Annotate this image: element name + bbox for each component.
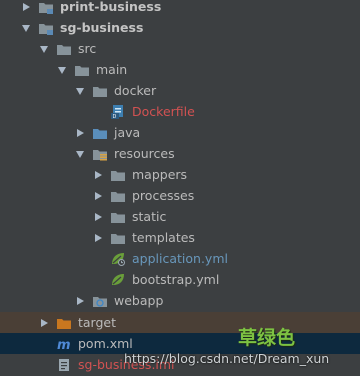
chevron-down-icon[interactable]	[20, 22, 32, 34]
tree-item-application-yml[interactable]: application.yml	[0, 248, 360, 269]
tree-item-mappers[interactable]: mappers	[0, 164, 360, 185]
tree-item-label: webapp	[114, 293, 164, 308]
svg-text:D: D	[113, 114, 117, 119]
tree-item-static[interactable]: static	[0, 206, 360, 227]
tree-item-label: resources	[114, 146, 175, 161]
tree-item-target[interactable]: target	[0, 312, 360, 333]
chevron-down-icon[interactable]	[56, 64, 68, 76]
folder-icon	[110, 210, 126, 224]
tree-item-label: application.yml	[132, 251, 228, 266]
tree-item-label: Dockerfile	[132, 104, 195, 119]
chevron-down-icon[interactable]	[38, 43, 50, 55]
project-tree: print-business sg-business src main dock…	[0, 0, 360, 376]
chevron-down-icon[interactable]	[74, 148, 86, 160]
chevron-right-icon[interactable]	[92, 169, 104, 181]
chevron-right-icon[interactable]	[92, 211, 104, 223]
stamp-text: 草绿色	[238, 327, 296, 349]
source-root-icon	[92, 126, 108, 140]
iml-file-icon	[56, 358, 72, 372]
tree-item-label: bootstrap.yml	[132, 272, 220, 287]
tree-item-print-business[interactable]: print-business	[0, 0, 360, 17]
tree-item-label: sg-business	[60, 20, 144, 35]
tree-item-src[interactable]: src	[0, 38, 360, 59]
tree-item-bootstrap-yml[interactable]: bootstrap.yml	[0, 269, 360, 290]
chevron-right-icon[interactable]	[38, 317, 50, 329]
watermark-text: https://blog.csdn.net/Dream_xun	[124, 351, 330, 366]
tree-item-processes[interactable]: processes	[0, 185, 360, 206]
tree-item-main[interactable]: main	[0, 59, 360, 80]
tree-item-label: templates	[132, 230, 195, 245]
tree-item-label: src	[78, 41, 97, 56]
tree-item-label: processes	[132, 188, 195, 203]
spring-leaf-icon	[110, 273, 126, 287]
folder-icon	[56, 42, 72, 56]
resources-root-icon	[92, 147, 108, 161]
tree-item-label: print-business	[60, 0, 162, 14]
svg-text:m: m	[57, 338, 71, 351]
tree-item-label: docker	[114, 83, 157, 98]
tree-item-templates[interactable]: templates	[0, 227, 360, 248]
tree-item-label: mappers	[132, 167, 188, 182]
chevron-right-icon[interactable]	[74, 295, 86, 307]
tree-item-docker[interactable]: docker	[0, 80, 360, 101]
chevron-right-icon[interactable]	[92, 190, 104, 202]
module-folder-icon	[38, 21, 54, 35]
spring-leaf-icon	[110, 252, 126, 266]
tree-item-sg-business[interactable]: sg-business	[0, 17, 360, 38]
tree-item-java[interactable]: java	[0, 122, 360, 143]
tree-item-resources[interactable]: resources	[0, 143, 360, 164]
chevron-right-icon[interactable]	[20, 1, 32, 13]
folder-icon	[74, 63, 90, 77]
chevron-right-icon[interactable]	[92, 232, 104, 244]
tree-item-webapp[interactable]: webapp	[0, 290, 360, 311]
folder-icon	[110, 189, 126, 203]
maven-icon: m	[56, 337, 72, 351]
module-folder-icon	[38, 0, 54, 14]
folder-icon	[92, 84, 108, 98]
tree-item-label: main	[96, 62, 128, 77]
web-folder-icon	[92, 294, 108, 308]
tree-item-dockerfile[interactable]: D Dockerfile	[0, 101, 360, 122]
folder-icon	[110, 231, 126, 245]
tree-item-label: target	[78, 315, 117, 330]
docker-file-icon: D	[110, 104, 126, 119]
excluded-folder-icon	[56, 316, 72, 330]
tree-item-label: static	[132, 209, 167, 224]
folder-icon	[110, 168, 126, 182]
tree-item-label: java	[114, 125, 141, 140]
chevron-right-icon[interactable]	[74, 127, 86, 139]
chevron-down-icon[interactable]	[74, 85, 86, 97]
